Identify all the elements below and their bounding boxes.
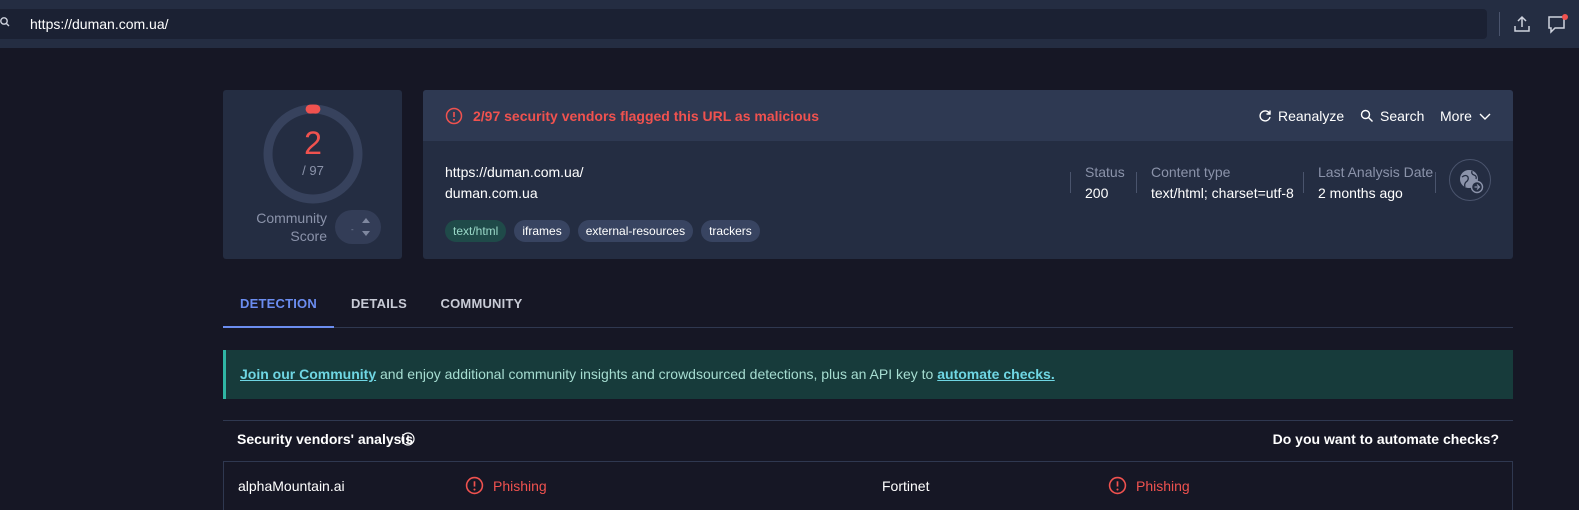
community-score-value: -: [351, 225, 354, 234]
report-tabs: DETECTION DETAILS COMMUNITY: [223, 290, 1513, 328]
detection-total: / 97: [302, 163, 324, 178]
last-analysis-label: Last Analysis Date: [1318, 164, 1434, 180]
vendor-name: Fortinet: [882, 478, 930, 494]
url-search-input[interactable]: [0, 9, 1487, 39]
banner-text: Join our Community and enjoy additional …: [240, 366, 1055, 383]
meta-divider: [1070, 172, 1071, 193]
vendor-name: alphaMountain.ai: [238, 478, 345, 494]
search-button[interactable]: Search: [1360, 107, 1424, 125]
community-score-label: Community Score: [256, 210, 327, 244]
content-type-label: Content type: [1151, 164, 1231, 180]
status-value: 200: [1085, 185, 1109, 201]
vote-down-icon[interactable]: [362, 231, 370, 236]
tag-text-html[interactable]: text/html: [445, 220, 507, 242]
meta-divider: [1136, 172, 1137, 193]
more-label: More: [1440, 108, 1472, 124]
chevron-down-icon: [1479, 113, 1491, 120]
search-icon: [1360, 109, 1373, 122]
info-icon[interactable]: [401, 432, 415, 446]
reanalyze-button[interactable]: Reanalyze: [1258, 107, 1344, 125]
upload-icon[interactable]: [1512, 14, 1532, 34]
meta-divider: [1303, 172, 1304, 193]
url-tags: text/html iframes external-resources tra…: [445, 220, 760, 242]
search-icon: [0, 17, 10, 27]
last-analysis-value: 2 months ago: [1318, 185, 1403, 201]
vendors-header: Security vendors' analysis Do you want t…: [223, 420, 1513, 461]
content-type-value: text/html; charset=utf-8: [1151, 185, 1294, 201]
toolbar-divider: [1499, 12, 1500, 36]
alert-circle-icon: [1108, 476, 1127, 495]
reanalyze-label: Reanalyze: [1278, 108, 1345, 124]
tab-details[interactable]: DETAILS: [343, 290, 415, 328]
community-banner: Join our Community and enjoy additional …: [223, 350, 1513, 399]
table-row: alphaMountain.ai Phishing Fortinet Phish…: [223, 461, 1513, 510]
more-menu-button[interactable]: More: [1440, 107, 1492, 125]
community-score-stepper[interactable]: -: [335, 210, 381, 244]
url-text[interactable]: https://duman.com.ua/: [30, 15, 169, 33]
alert-circle-icon: [465, 476, 484, 495]
top-search-bar: https://duman.com.ua/: [0, 0, 1579, 48]
meta-divider: [1435, 172, 1436, 193]
status-label: Status: [1085, 164, 1125, 180]
detection-score-card: 2 / 97 Community Score -: [223, 90, 402, 259]
tab-community[interactable]: COMMUNITY: [434, 290, 529, 328]
vote-up-icon[interactable]: [362, 218, 370, 223]
vendor-result-label: Phishing: [1136, 477, 1190, 494]
join-community-link[interactable]: Join our Community: [240, 366, 376, 382]
tag-iframes[interactable]: iframes: [514, 220, 570, 242]
vendor-result: Phishing: [1108, 476, 1190, 495]
site-preview-button[interactable]: [1449, 159, 1491, 201]
analyzed-domain[interactable]: duman.com.ua: [445, 185, 538, 202]
detection-count: 2: [304, 125, 322, 161]
vendors-title: Security vendors' analysis: [237, 431, 414, 447]
detection-alert-text: 2/97 security vendors flagged this URL a…: [473, 108, 819, 124]
vendor-result-label: Phishing: [493, 477, 547, 494]
globe-link-icon: [1460, 170, 1484, 194]
analyzed-url: https://duman.com.ua/: [445, 164, 584, 180]
alert-circle-icon: [445, 107, 463, 125]
refresh-icon: [1259, 110, 1271, 122]
automate-checks-prompt[interactable]: Do you want to automate checks?: [1273, 431, 1499, 448]
search-label: Search: [1380, 108, 1425, 124]
chat-notification-icon[interactable]: [1547, 14, 1569, 34]
detection-alert-header: 2/97 security vendors flagged this URL a…: [423, 90, 1513, 141]
automate-checks-link[interactable]: automate checks.: [937, 366, 1055, 382]
tag-trackers[interactable]: trackers: [701, 220, 760, 242]
banner-middle-text: and enjoy additional community insights …: [376, 366, 938, 382]
tag-external-resources[interactable]: external-resources: [577, 220, 694, 242]
url-info-card: 2/97 security vendors flagged this URL a…: [423, 90, 1513, 259]
vendor-result: Phishing: [465, 476, 547, 495]
tab-detection[interactable]: DETECTION: [223, 290, 334, 328]
